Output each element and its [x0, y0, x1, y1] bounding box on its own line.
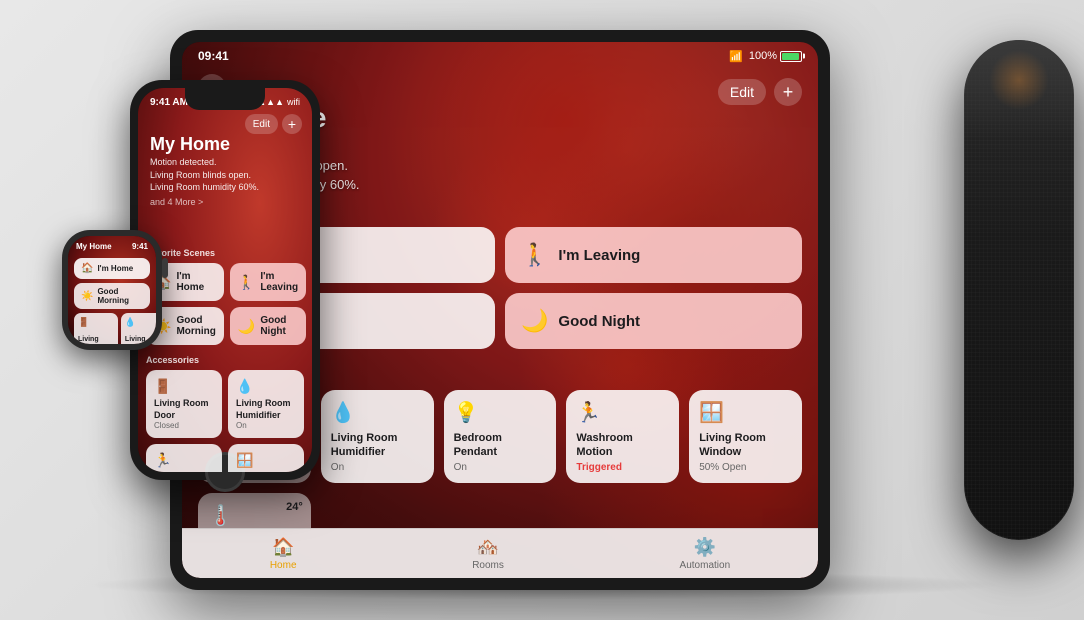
watch-acc-humid[interactable]: 💧 Living Room Humidifier	[121, 313, 156, 344]
ipad-night-scene-icon: 🌙	[521, 308, 548, 334]
iphone-door-name: Living Room Door	[154, 398, 214, 421]
tab-automation[interactable]: ⚙️ Automation	[680, 537, 731, 571]
iphone-acc-door[interactable]: 🚪 Living Room Door Closed	[146, 370, 222, 438]
tab-rooms-icon: 🏘️	[477, 537, 499, 558]
iphone-add-button[interactable]: +	[282, 114, 302, 134]
tab-rooms-label: Rooms	[472, 560, 504, 571]
ipad-edit-button[interactable]: Edit	[718, 79, 766, 105]
iphone-title-area: My Home Motion detected.Living Room blin…	[150, 134, 259, 207]
main-scene: My Home 9:41 🏠 I'm Home ☀️ Good Morning …	[0, 0, 1084, 620]
homepod-body	[964, 40, 1074, 540]
ipad-acc-motion[interactable]: 🏃 Washroom Motion Triggered	[566, 390, 679, 483]
ipad-scene-night[interactable]: 🌙 Good Night	[505, 293, 802, 349]
iphone-notch	[185, 88, 265, 110]
ipad-leaving-scene-icon: 🚶	[521, 242, 548, 268]
iphone-controls: Edit +	[245, 114, 302, 134]
iphone-night-icon: 🌙	[238, 318, 255, 335]
ipad-battery: 100%	[749, 50, 802, 62]
watch-acc-door[interactable]: 🚪 Living Room Door	[74, 313, 118, 344]
ipad-acc-window[interactable]: 🪟 Living Room Window 50% Open	[689, 390, 802, 483]
iphone-more-link[interactable]: and 4 More >	[150, 197, 259, 207]
iphone-scene-night[interactable]: 🌙 Good Night	[230, 307, 306, 345]
ipad-temp-value: 24°	[286, 501, 303, 513]
ipad-tab-bar: 🏠 Home 🏘️ Rooms ⚙️ Automation	[182, 528, 818, 578]
iphone-humid-name: Living Room Humidifier	[236, 398, 296, 421]
ipad-status-icons: 📶 100%	[729, 50, 802, 63]
watch-morning-label: Good Morning	[97, 287, 143, 305]
ipad-pendant-status: On	[454, 462, 547, 473]
iphone-humid-icon: 💧	[236, 378, 296, 395]
ipad-acc-humid[interactable]: 💧 Living Room Humidifier On	[321, 390, 434, 483]
iphone-motion-icon: 🏃	[154, 452, 214, 469]
ipad-motion-status: Triggered	[576, 462, 669, 473]
iphone-acc-humid[interactable]: 💧 Living Room Humidifier On	[228, 370, 304, 438]
tab-automation-icon: ⚙️	[694, 537, 716, 558]
iphone-acc-window[interactable]: 🪟 Living Room Window	[228, 444, 304, 472]
ipad-motion-name: Washroom Motion	[576, 431, 669, 460]
ipad-humid-status: On	[331, 462, 424, 473]
tab-rooms[interactable]: 🏘️ Rooms	[472, 537, 504, 571]
iphone-main-title: My Home	[150, 134, 259, 155]
iphone-home-label: I'm Home	[176, 271, 215, 293]
watch-time: 9:41	[132, 242, 148, 251]
tab-home-icon: 🏠	[272, 537, 294, 558]
ipad-bluetooth-icon: 📶	[729, 50, 743, 63]
wifi-icon: wifi	[287, 97, 300, 107]
iphone-accessories-grid: 🚪 Living Room Door Closed 💧 Living Room …	[146, 370, 304, 472]
apple-watch: My Home 9:41 🏠 I'm Home ☀️ Good Morning …	[52, 230, 172, 375]
tab-home[interactable]: 🏠 Home	[270, 537, 297, 571]
ipad-pendant-name: Bedroom Pendant	[454, 431, 547, 460]
homepod-device	[954, 40, 1084, 580]
ipad-humid-name: Living Room Humidifier	[331, 431, 424, 460]
ipad-scene-leaving[interactable]: 🚶 I'm Leaving	[505, 227, 802, 283]
iphone-window-icon: 🪟	[236, 452, 296, 469]
watch-content: 🏠 I'm Home ☀️ Good Morning 🚪 Living Room…	[74, 258, 150, 344]
watch-scene-home[interactable]: 🏠 I'm Home	[74, 258, 150, 279]
watch-home-label: I'm Home	[97, 264, 133, 273]
iphone-acc-motion[interactable]: 🏃 Washroom Motion	[146, 444, 222, 472]
watch-title: My Home	[76, 242, 112, 251]
ipad-leaving-scene-label: I'm Leaving	[558, 247, 640, 264]
ipad-pendant-icon: 💡	[454, 400, 547, 425]
battery-pct-label: 100%	[749, 50, 777, 62]
watch-home-icon: 🏠	[81, 263, 93, 274]
watch-crown	[162, 258, 168, 278]
ipad-motion-icon: 🏃	[576, 400, 669, 425]
ipad-night-scene-label: Good Night	[558, 313, 640, 330]
ipad-add-button[interactable]: +	[774, 78, 802, 106]
iphone-door-icon: 🚪	[154, 378, 214, 395]
ipad-window-icon: 🪟	[699, 400, 792, 425]
iphone-subtitle: Motion detected.Living Room blinds open.…	[150, 156, 259, 194]
tab-home-label: Home	[270, 560, 297, 571]
watch-morning-icon: ☀️	[81, 291, 93, 302]
homepod-glow	[989, 50, 1049, 110]
iphone-leaving-label: I'm Leaving	[260, 271, 298, 293]
ipad-humid-icon: 💧	[331, 400, 424, 425]
iphone-scene-leaving[interactable]: 🚶 I'm Leaving	[230, 263, 306, 301]
iphone-night-label: Good Night	[260, 315, 298, 337]
ipad-acc-pendant[interactable]: 💡 Bedroom Pendant On	[444, 390, 557, 483]
ipad-status-bar: 09:41 📶 100%	[182, 42, 818, 70]
iphone-door-status: Closed	[154, 421, 214, 430]
ipad-time: 09:41	[198, 49, 229, 63]
iphone-time: 9:41 AM	[150, 97, 188, 108]
watch-accessories: 🚪 Living Room Door 💧 Living Room Humidif…	[74, 313, 150, 344]
iphone-leaving-icon: 🚶	[238, 274, 255, 291]
ipad-window-name: Living Room Window	[699, 431, 792, 460]
ipad-window-status: 50% Open	[699, 462, 792, 473]
ipad-acc-temp[interactable]: 24° 🌡️ Living Room Temperature	[198, 493, 311, 528]
tab-automation-label: Automation	[680, 560, 731, 571]
watch-scene-morning[interactable]: ☀️ Good Morning	[74, 283, 150, 309]
iphone-edit-button[interactable]: Edit	[245, 114, 278, 134]
iphone-humid-status: On	[236, 421, 296, 430]
iphone-morning-label: Good Morning	[176, 315, 215, 337]
